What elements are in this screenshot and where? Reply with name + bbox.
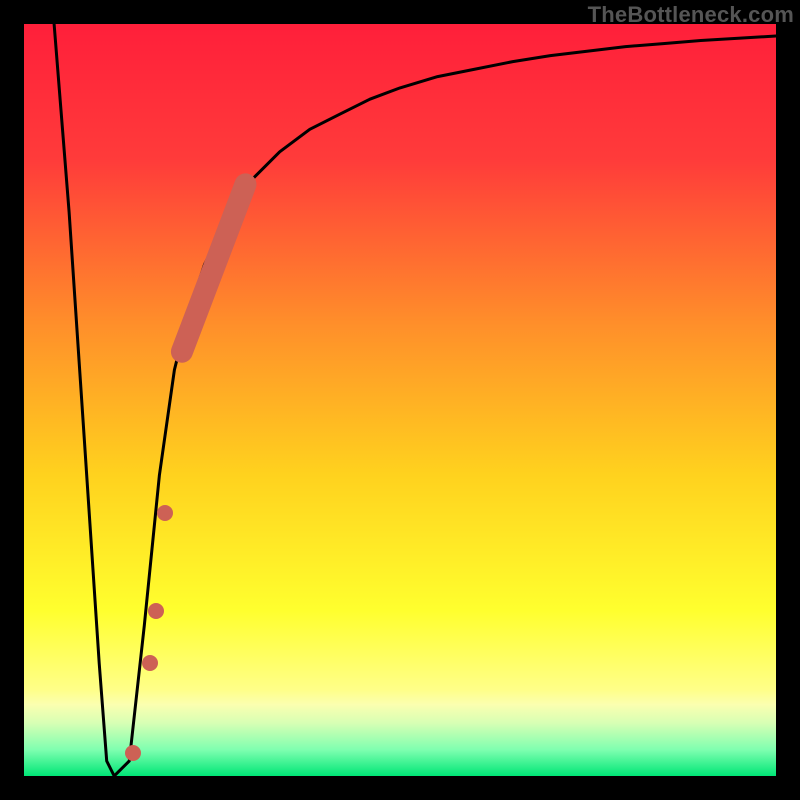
highlight-dot bbox=[148, 603, 164, 619]
bottleneck-curve bbox=[24, 24, 776, 776]
chart-frame: TheBottleneck.com bbox=[0, 0, 800, 800]
watermark-text: TheBottleneck.com bbox=[588, 2, 794, 28]
plot-area bbox=[24, 24, 776, 776]
